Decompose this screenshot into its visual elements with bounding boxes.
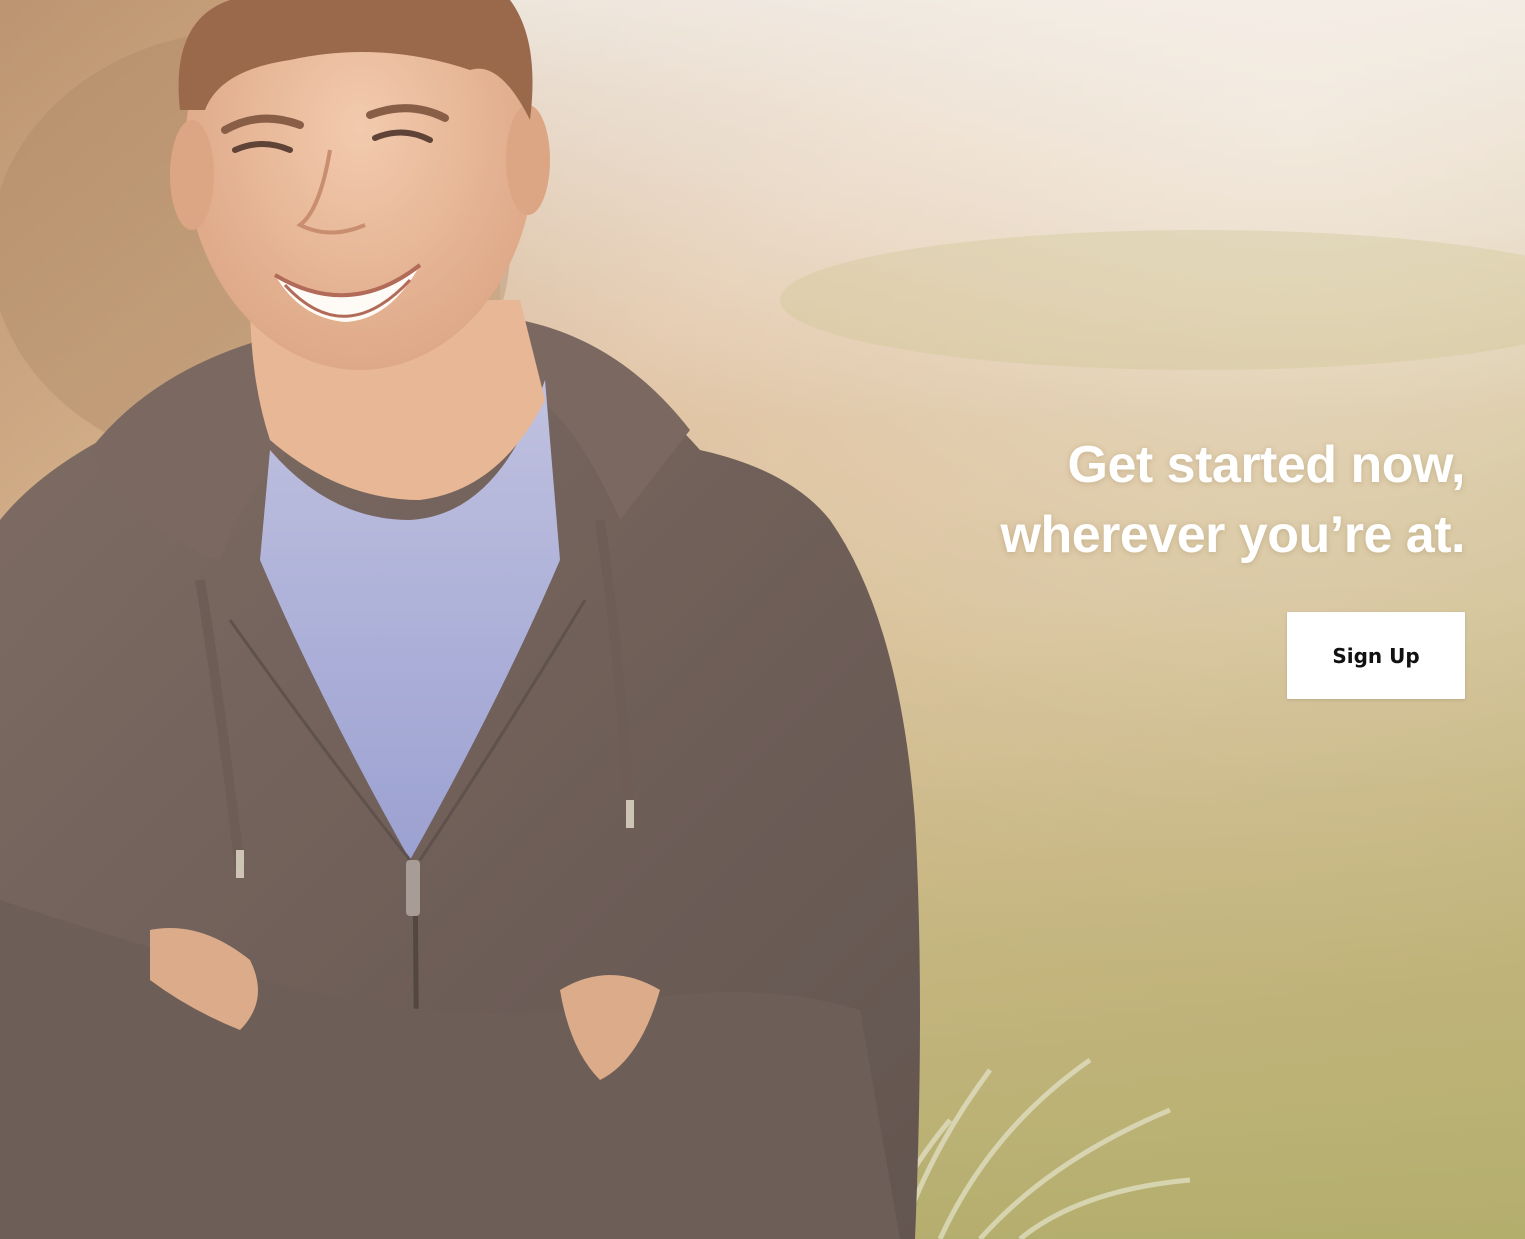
- headline-line-2: wherever you’re at.: [1000, 506, 1466, 564]
- headline-line-1: Get started now,: [1067, 436, 1466, 494]
- hero-content: Get started now, wherever you’re at. Sig…: [865, 430, 1466, 699]
- sign-up-button[interactable]: Sign Up: [1287, 612, 1465, 699]
- hero-headline: Get started now, wherever you’re at.: [865, 430, 1466, 570]
- hero-section: Get started now, wherever you’re at. Sig…: [0, 0, 1525, 1239]
